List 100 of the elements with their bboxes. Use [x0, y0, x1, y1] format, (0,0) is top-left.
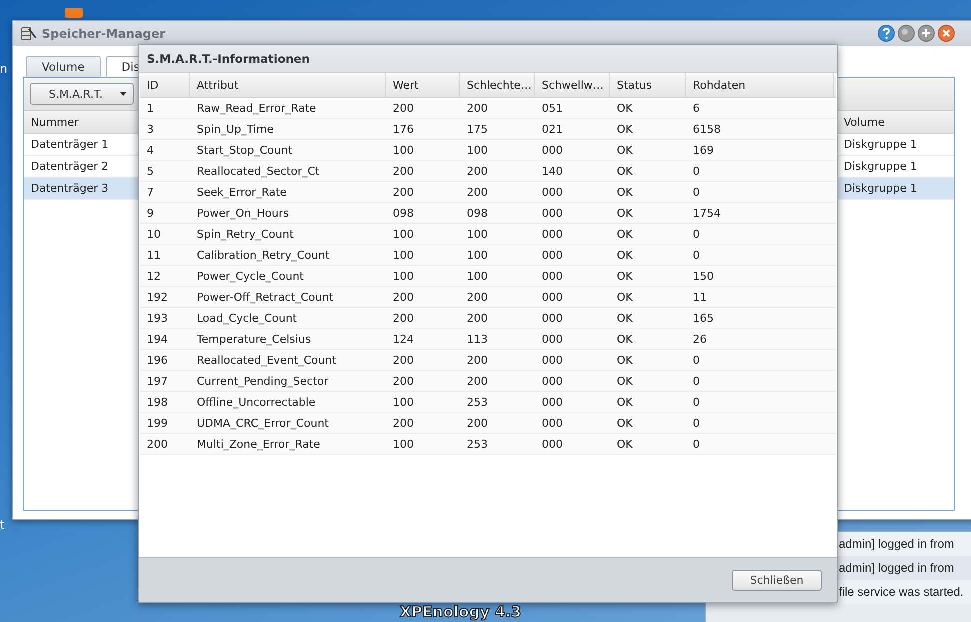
storage-icon	[21, 26, 37, 42]
table-cell-text: 000	[541, 290, 564, 306]
table-cell-text: 0	[692, 394, 701, 410]
table-cell-text: Datenträger 1	[30, 137, 110, 153]
table-cell-text: 193	[146, 310, 169, 326]
table-cell-text: 200	[146, 436, 169, 452]
table-cell-text: 176	[392, 122, 415, 138]
table-cell-text: Seek_Error_Rate	[196, 184, 288, 201]
table-cell-text: 000	[541, 416, 564, 432]
table-cell-text: 000	[541, 352, 564, 368]
table-cell-text: 100	[392, 248, 415, 264]
table-cell-text: 000	[541, 248, 564, 264]
table-cell-text: 100	[466, 248, 489, 264]
table-cell-text: 12	[146, 268, 162, 284]
table-cell-text: OK	[616, 310, 634, 326]
table-cell-text: 000	[541, 142, 564, 158]
table-cell-text: 100	[466, 268, 489, 284]
table-cell-text: 192	[146, 290, 169, 306]
log-entry: admin] logged in from	[839, 537, 954, 551]
table-cell-text: OK	[616, 290, 634, 306]
table-cell-text: Reallocated_Event_Count	[196, 352, 338, 369]
table-cell-text: OK	[616, 164, 634, 180]
table-cell-text: 253	[466, 394, 489, 410]
table-cell-text: 098	[392, 206, 415, 222]
smart-dropdown-button[interactable]: S.M.A.R.T.	[30, 83, 134, 105]
column-header[interactable]: Schlechte…	[460, 73, 535, 97]
table-cell-text: 0	[692, 416, 701, 432]
table-cell-text: Datenträger 3	[30, 181, 110, 197]
log-entry: admin] logged in from	[839, 561, 954, 575]
table-cell-text: 0	[692, 164, 701, 180]
table-cell-text: 100	[392, 142, 415, 158]
column-header[interactable]: Attribut	[190, 73, 386, 97]
maximize-icon[interactable]	[918, 25, 935, 42]
table-cell-text: 000	[541, 332, 564, 348]
table-cell-text: OK	[616, 268, 634, 284]
table-cell-text: OK	[616, 352, 634, 368]
table-cell-text: 165	[692, 310, 715, 326]
table-cell-text: 051	[541, 100, 564, 116]
table-cell-text: Power_On_Hours	[196, 206, 290, 222]
column-header[interactable]: Schwellw…	[535, 73, 610, 97]
table-cell-text: 3	[146, 122, 155, 138]
minimize-icon[interactable]	[898, 25, 915, 42]
table-cell-text: 0	[692, 352, 701, 368]
table-cell-text: Reallocated_Sector_Ct	[196, 164, 321, 180]
table-cell-text: 200	[392, 164, 415, 180]
desktop-logo-text: XPEnology 4.3	[400, 603, 522, 621]
table-cell-text: 1754	[692, 206, 722, 222]
table-cell-text: 100	[392, 268, 415, 284]
table-cell-text: 10	[146, 226, 162, 242]
column-header[interactable]: Nummer	[24, 111, 83, 133]
table-cell-text: 169	[692, 142, 715, 158]
table-cell-text: 124	[392, 332, 415, 348]
table-cell-text: 200	[392, 416, 415, 432]
table-cell-text: 9	[146, 206, 155, 222]
close-button[interactable]: Schließen	[732, 570, 822, 590]
table-cell-text: 000	[541, 206, 564, 222]
table-cell-text: 0	[692, 374, 701, 390]
table-cell-text: 200	[466, 416, 489, 432]
table-cell-text: 200	[392, 374, 415, 390]
table-cell-text: 199	[146, 416, 169, 432]
table-cell-text: 140	[541, 164, 564, 180]
table-cell-text: 100	[392, 226, 415, 242]
column-header[interactable]: ID	[140, 73, 190, 97]
caret-icon	[120, 92, 127, 96]
table-cell-text: 7	[146, 184, 155, 200]
table-cell-text: 6	[692, 100, 701, 116]
table-cell-text: 098	[466, 206, 489, 222]
table-cell-text: 200	[466, 164, 489, 180]
table-cell-text: 000	[541, 268, 564, 284]
help-icon[interactable]	[878, 25, 895, 42]
table-cell-text: 000	[541, 226, 564, 242]
table-cell-text: 000	[541, 310, 564, 326]
table-cell-text: Power_Cycle_Count	[196, 268, 305, 285]
table-cell-text: 6158	[692, 122, 722, 138]
table-cell-text: 000	[541, 436, 564, 452]
table-cell-text: 198	[146, 394, 169, 410]
table-cell-text: 197	[146, 374, 169, 390]
table-cell-text: 194	[146, 332, 169, 348]
table-cell-text: 100	[466, 226, 489, 242]
table-cell-text: 200	[392, 100, 415, 116]
table-cell-text: 200	[466, 290, 489, 306]
close-icon[interactable]	[938, 25, 955, 42]
table-cell-text: 200	[392, 184, 415, 200]
table-cell-text: 000	[541, 184, 564, 200]
column-header[interactable]: Volume	[837, 111, 954, 133]
table-cell-text: Offline_Uncorrectable	[196, 394, 317, 411]
tab[interactable]: Volume	[26, 56, 101, 77]
table-cell-text: 200	[466, 310, 489, 326]
table-cell-text: 196	[146, 352, 169, 368]
table-cell-text: OK	[616, 206, 634, 222]
table-cell-text: OK	[616, 226, 634, 242]
table-cell-text: UDMA_CRC_Error_Count	[196, 416, 330, 432]
table-cell-text: OK	[616, 248, 634, 264]
table-cell-text: 200	[466, 100, 489, 116]
column-header[interactable]: Status	[610, 73, 686, 97]
column-header[interactable]: Rohdaten	[686, 73, 834, 97]
table-cell-text: 100	[392, 394, 415, 410]
table-cell-text: 253	[466, 436, 489, 452]
column-header[interactable]: Wert	[386, 73, 460, 97]
table-cell-text: OK	[616, 184, 634, 200]
